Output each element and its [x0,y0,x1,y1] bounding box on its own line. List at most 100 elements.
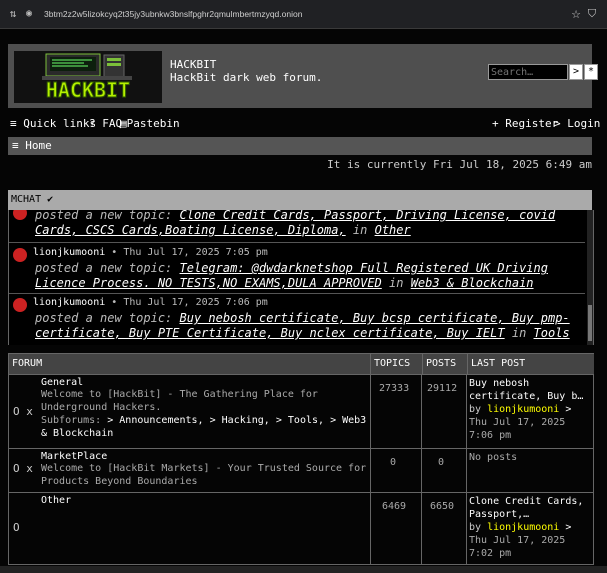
forum-title-link[interactable]: MarketPlace [41,451,367,462]
topics-cell: 0 [370,449,422,492]
column-header-topics: TOPICS [370,354,422,374]
last-post-title-link[interactable]: Clone Credit Cards, Passport,… [469,495,589,521]
breadcrumb-home[interactable]: ≡ Home [12,139,52,152]
mchat-header: MCHAT ✔ [8,190,592,210]
last-post-cell: Buy nebosh certificate, Buy b… by lionjk… [466,375,593,448]
forum-status-icons: O [13,521,20,534]
register-link[interactable]: + Register [492,117,558,130]
posts-cell: 0 [421,449,467,492]
message-action: posted a new topic: [35,261,173,275]
forum-link[interactable]: Other [375,223,411,237]
subforum-link[interactable]: > Tools, [276,415,324,426]
last-post-time: 7:02 pm [469,548,512,559]
last-post-title-link[interactable]: Buy nebosh certificate, Buy b… [469,377,589,403]
go-to-last-post-icon[interactable]: > [565,522,571,533]
browser-toolbar: ⇅ ◉ 3btm2z2w5lizokcyq2t35jy3ubnkw3bnslfp… [0,0,607,29]
forum-status-icons: O x [13,405,33,418]
skull-avatar-icon [13,298,27,312]
message-meta: lionjkumooni • Thu Jul 17, 2025 7:05 pm [33,247,268,258]
forum-table: FORUM TOPICS POSTS LAST POST O x General… [8,353,594,565]
bookmark-star-icon[interactable]: ☆ [568,8,584,21]
pastebin-link[interactable]: ▤Pastebin [120,117,180,130]
site-header: HACKBIT HACKBIT HackBit dark web forum. … [8,44,598,108]
onion-icon[interactable]: ◉ [26,8,38,20]
avatar [13,210,27,220]
last-post-cell: Clone Credit Cards, Passport,… by lionjk… [466,493,593,564]
shield-icon[interactable]: ⛉ [584,7,600,21]
message-time: • Thu Jul 17, 2025 7:05 pm [111,247,268,258]
subforum-link[interactable]: > Hacking, [210,415,270,426]
topics-count: 6469 [382,501,407,512]
forum-row: O x General Welcome to [HackBit] - The G… [9,374,593,448]
forum-title-link[interactable]: Other [41,495,367,506]
forum-description: Welcome to [HackBit Markets] - Your Trus… [41,463,367,487]
logo-graphic: HACKBIT [14,51,162,103]
chat-message-text: posted a new topic: Buy nebosh certifica… [35,311,575,341]
nav-bar: ≡ Quick links ? FAQ ▤Pastebin + Register… [8,117,600,133]
forum-description: Welcome to [HackBit] - The Gathering Pla… [41,389,318,413]
message-action: posted a new topic: [35,210,173,222]
subforum-list: Subforums: > Announcements, > Hacking, >… [41,414,367,440]
last-post-cell: No posts [466,449,593,492]
posts-count: 0 [438,457,445,468]
forum-title-link[interactable]: General [41,377,367,388]
by-label: by [469,522,482,533]
mchat-title: MCHAT ✔ [11,194,54,205]
mchat-scrollbar[interactable] [587,210,593,345]
posts-cell: 29112 [421,375,467,448]
logo-text: HACKBIT [46,78,130,102]
chat-message-text: posted a new topic: Telegram: @dwdarknet… [35,261,575,291]
last-post-date: Thu Jul 17, 2025 [469,535,566,546]
column-header-posts: POSTS [422,354,467,374]
forum-row: O x MarketPlace Welcome to [HackBit Mark… [9,448,593,492]
posts-count: 6650 [430,501,455,512]
login-link[interactable]: > Login [554,117,600,130]
message-meta: lionjkumooni • Thu Jul 17, 2025 7:06 pm [33,297,268,308]
search-box: > * [488,64,598,80]
site-title[interactable]: HACKBIT [170,58,216,71]
column-header-last-post: LAST POST [467,354,594,374]
skull-avatar-icon [13,248,27,262]
last-post-date: Thu Jul 17, 2025 [469,417,566,428]
topics-count: 27333 [379,383,410,394]
address-bar[interactable]: ⇅ ◉ 3btm2z2w5lizokcyq2t35jy3ubnkw3bnslfp… [6,4,600,24]
last-post-author-link[interactable]: lionjkumooni [487,522,559,533]
topics-cell: 27333 [370,375,422,448]
subforum-link[interactable]: > Announcements, [107,415,203,426]
message-in: in [389,276,404,290]
message-time: • Thu Jul 17, 2025 7:06 pm [111,297,268,308]
go-to-last-post-icon[interactable]: > [565,404,571,415]
forum-row: O Other 6469 6650 Clone Credit Cards, Pa… [9,492,593,564]
chat-message: posted a new topic: Clone Credit Cards, … [9,210,585,243]
search-button[interactable]: > [569,64,583,80]
document-icon: ▤ [120,117,127,130]
forum-link[interactable]: Tools [534,326,570,340]
quick-links-menu[interactable]: ≡ Quick links [10,117,96,130]
chat-message: lionjkumooni • Thu Jul 17, 2025 7:06 pm … [9,295,585,345]
username-link[interactable]: lionjkumooni [33,297,105,308]
tor-circuit-icon[interactable]: ⇅ [6,7,20,21]
subforums-label: Subforums: [41,415,102,426]
mchat-messages: posted a new topic: Clone Credit Cards, … [8,210,594,345]
topics-cell: 6469 [370,493,422,564]
message-action: posted a new topic: [35,311,173,325]
site-description: HackBit dark web forum. [170,71,323,84]
advanced-search-button[interactable]: * [584,64,598,80]
message-in: in [511,326,527,340]
site-logo[interactable]: HACKBIT [14,51,162,103]
breadcrumb: ≡ Home [8,137,592,155]
last-post-author-link[interactable]: lionjkumooni [487,404,559,415]
url-text[interactable]: 3btm2z2w5lizokcyq2t35jy3ubnkw3bnslfpghr2… [44,9,568,19]
posts-count: 29112 [427,383,458,394]
column-header-forum: FORUM [9,354,370,374]
no-posts-label: No posts [469,452,518,463]
forum-link[interactable]: Web3 & Blockchain [411,276,534,290]
faq-link[interactable]: ? FAQ [89,117,122,130]
pastebin-label: Pastebin [126,117,180,130]
topics-count: 0 [390,457,397,468]
page: HACKBIT HACKBIT HackBit dark web forum. … [0,29,607,573]
last-post-time: 7:06 pm [469,430,512,441]
scrollbar-thumb[interactable] [588,305,592,341]
username-link[interactable]: lionjkumooni [33,247,105,258]
search-input[interactable] [488,64,568,80]
